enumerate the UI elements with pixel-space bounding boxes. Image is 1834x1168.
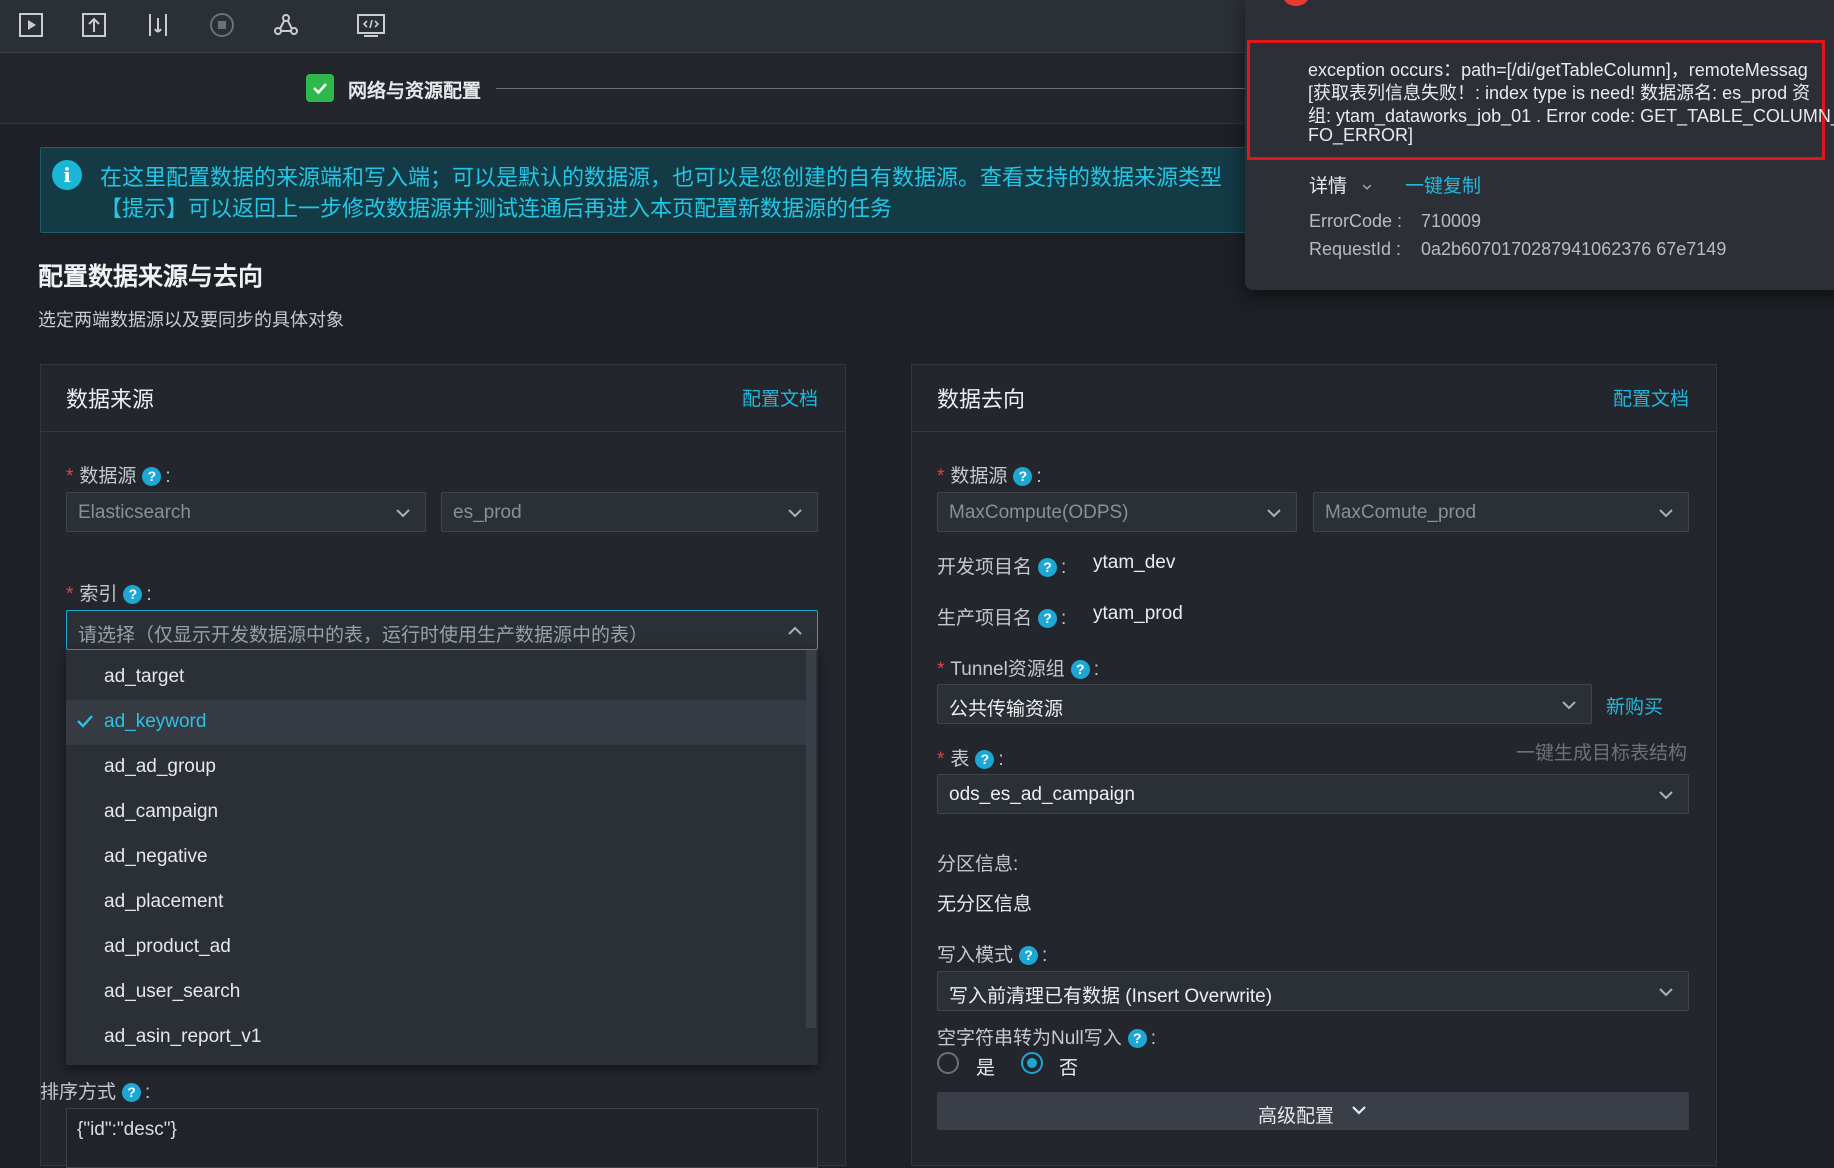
table-label: * 表?: xyxy=(937,749,1004,770)
generate-table-link[interactable]: 一键生成目标表结构 xyxy=(1516,738,1687,765)
tunnel-select[interactable]: 公共传输资源 xyxy=(937,684,1592,724)
help-icon[interactable]: ? xyxy=(1038,558,1058,578)
lineage-icon[interactable] xyxy=(273,12,299,38)
null-write-label: 空字符串转为Null写入?: xyxy=(937,1028,1157,1049)
run-icon[interactable] xyxy=(18,12,44,38)
index-select[interactable]: 请选择（仅显示开发数据源中的表，运行时使用生产数据源中的表） xyxy=(66,610,818,650)
step-label: 网络与资源配置 xyxy=(348,81,482,102)
prod-project-label: 生产项目名?: xyxy=(937,608,1067,629)
source-datasource-name-select: es_prod xyxy=(441,492,818,532)
list-item-selected[interactable]: ad_keyword xyxy=(66,700,806,745)
chevron-down-icon xyxy=(1362,176,1372,198)
chevron-down-icon xyxy=(1658,505,1674,521)
source-panel-title: 数据来源 xyxy=(66,387,155,412)
error-line-4: FO_ERROR] xyxy=(1308,125,1414,145)
source-panel-header xyxy=(41,365,845,432)
sort-label: 排序方式?: xyxy=(40,1082,151,1103)
advanced-config-button[interactable]: 高级配置 xyxy=(937,1092,1689,1130)
target-doc-link[interactable]: 配置文档 xyxy=(1613,384,1689,411)
list-item[interactable]: ad_campaign xyxy=(66,790,806,835)
submit-icon[interactable] xyxy=(81,12,107,38)
chevron-down-icon xyxy=(1266,505,1282,521)
error-code-value: 710009 xyxy=(1421,211,1482,231)
check-icon xyxy=(306,74,334,102)
help-icon[interactable]: ? xyxy=(123,585,143,605)
sort-textarea[interactable]: {"id":"desc"} xyxy=(66,1108,818,1168)
index-dropdown: ad_target ad_keyword ad_ad_group ad_camp… xyxy=(66,650,818,1065)
help-icon[interactable]: ? xyxy=(1038,609,1058,629)
info-icon: i xyxy=(52,160,82,190)
tunnel-label: * Tunnel资源组?: xyxy=(937,659,1100,680)
list-item[interactable]: ad_product_ad xyxy=(66,925,806,970)
target-panel-title: 数据去向 xyxy=(937,387,1026,412)
alert-line-2: 【提示】可以返回上一步修改数据源并测试连通后再进入本页配置新数据源的任务 xyxy=(100,196,893,221)
partition-label: 分区信息: xyxy=(937,854,1019,875)
source-datasource-label: * 数据源?: xyxy=(66,466,171,487)
radio-no[interactable] xyxy=(1021,1052,1043,1074)
chevron-down-icon xyxy=(1658,984,1674,1000)
error-code-label: ErrorCode : xyxy=(1309,211,1403,231)
dev-project-value: ytam_dev xyxy=(1093,552,1176,573)
source-datasource-type-select: Elasticsearch xyxy=(66,492,426,532)
write-mode-label: 写入模式?: xyxy=(937,945,1048,966)
code-view-icon[interactable] xyxy=(356,12,386,38)
target-datasource-name-select: MaxComute_prod xyxy=(1313,492,1689,532)
help-icon[interactable]: ? xyxy=(1019,946,1039,966)
chevron-down-icon xyxy=(1658,787,1674,803)
copy-link[interactable]: 一键复制 xyxy=(1405,171,1481,198)
partition-value: 无分区信息 xyxy=(937,894,1033,915)
prod-project-value: ytam_prod xyxy=(1093,603,1183,624)
target-datasource-label: * 数据源?: xyxy=(937,466,1042,487)
chevron-down-icon xyxy=(1351,1102,1367,1118)
section-title: 配置数据来源与去向 xyxy=(38,263,264,291)
request-id-value: 0a2b6070170287941062376 67e7149 xyxy=(1421,239,1727,259)
section-subtitle: 选定两端数据源以及要同步的具体对象 xyxy=(38,310,344,330)
check-icon xyxy=(76,712,94,730)
alert-line-1: 在这里配置数据的来源端和写入端；可以是默认的数据源，也可以是您创建的自有数据源。… xyxy=(100,165,1223,190)
target-panel-header xyxy=(912,365,1716,432)
help-icon[interactable]: ? xyxy=(122,1083,142,1103)
dev-project-label: 开发项目名?: xyxy=(937,557,1067,578)
list-item[interactable]: ad_placement xyxy=(66,880,806,925)
radio-yes[interactable] xyxy=(937,1052,959,1074)
step-divider xyxy=(496,88,1256,89)
list-item[interactable]: ad_target xyxy=(66,655,806,700)
list-item[interactable]: ad_negative xyxy=(66,835,806,880)
chevron-up-icon xyxy=(787,623,803,639)
list-item[interactable]: ad_ad_group xyxy=(66,745,806,790)
radio-no-label: 否 xyxy=(1059,1058,1079,1079)
details-toggle[interactable]: 详情 xyxy=(1309,171,1372,198)
table-select[interactable]: ods_es_ad_campaign xyxy=(937,774,1689,814)
help-icon[interactable]: ? xyxy=(975,750,995,770)
help-icon[interactable]: ? xyxy=(142,467,162,487)
list-item[interactable]: ad_asin_report_v1 xyxy=(66,1015,806,1060)
dropdown-scrollbar[interactable] xyxy=(806,650,816,1028)
radio-yes-label: 是 xyxy=(976,1058,996,1079)
help-icon[interactable]: ? xyxy=(1070,660,1090,680)
chevron-down-icon xyxy=(1561,697,1577,713)
request-id-label: RequestId : xyxy=(1309,239,1402,259)
help-icon[interactable]: ? xyxy=(1013,467,1033,487)
deploy-icon[interactable] xyxy=(145,12,171,38)
source-doc-link[interactable]: 配置文档 xyxy=(742,384,818,411)
list-item[interactable]: ad_user_search xyxy=(66,970,806,1015)
write-mode-select[interactable]: 写入前清理已有数据 (Insert Overwrite) xyxy=(937,971,1689,1011)
buy-link[interactable]: 新购买 xyxy=(1606,692,1663,719)
source-index-label: * 索引?: xyxy=(66,584,152,605)
chevron-down-icon xyxy=(787,505,803,521)
help-icon[interactable]: ? xyxy=(1127,1029,1147,1049)
target-datasource-type-select: MaxCompute(ODPS) xyxy=(937,492,1297,532)
chevron-down-icon xyxy=(395,505,411,521)
stop-icon[interactable] xyxy=(209,12,235,38)
